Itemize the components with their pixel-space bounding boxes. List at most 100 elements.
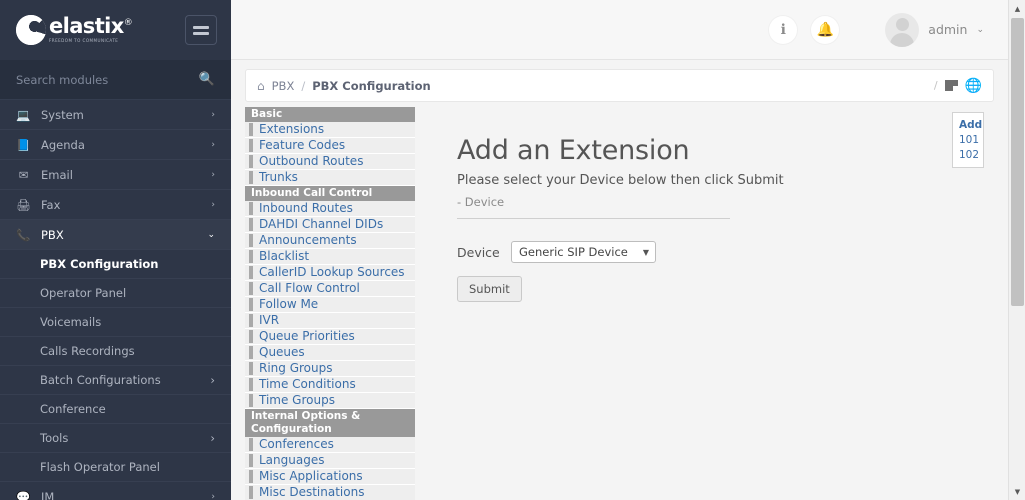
extension-item-102[interactable]: 102 <box>953 147 983 162</box>
user-menu[interactable]: admin ⌄ <box>885 12 984 47</box>
sidebar-subitem-label: Operator Panel <box>40 286 127 300</box>
extension-list-panel: Add 101 102 <box>952 112 984 168</box>
chevron-right-icon: › <box>211 491 215 500</box>
sidebar-item-label: Agenda <box>41 137 85 152</box>
menu-link-outbound-routes[interactable]: Outbound Routes <box>245 154 415 170</box>
chevron-down-icon: ⌄ <box>207 229 215 240</box>
menu-link-inbound-routes[interactable]: Inbound Routes <box>245 201 415 217</box>
menu-link-misc-destinations[interactable]: Misc Destinations <box>245 485 415 500</box>
sidebar-item-agenda[interactable]: 📘 Agenda › <box>0 130 231 160</box>
search-module-row[interactable]: 🔍 <box>0 60 231 100</box>
burger-bar <box>193 31 209 35</box>
page-title: Add an Extension <box>457 135 690 166</box>
chat-icon: 💬 <box>16 489 31 500</box>
sidebar-item-pbx[interactable]: 📞 PBX ⌄ <box>0 220 231 250</box>
menu-link-blacklist[interactable]: Blacklist <box>245 249 415 265</box>
sidebar-item-label: IM <box>41 489 55 500</box>
menu-link-announcements[interactable]: Announcements <box>245 233 415 249</box>
sidebar-item-operator-panel[interactable]: Operator Panel <box>0 279 231 308</box>
extension-item-101[interactable]: 101 <box>953 132 983 147</box>
sidebar-item-label: System <box>41 107 84 122</box>
scroll-up-arrow-icon[interactable]: ▲ <box>1009 0 1025 17</box>
menu-link-conferences[interactable]: Conferences <box>245 437 415 453</box>
breadcrumb: ⌂ PBX / PBX Configuration / 🌐 <box>245 69 994 102</box>
pbx-configuration-menu: Basic Extensions Feature Codes Outbound … <box>245 107 415 500</box>
menu-link-ivr[interactable]: IVR <box>245 313 415 329</box>
device-select[interactable]: Generic SIP Device ▼ <box>511 241 656 263</box>
add-extension-page: Add an Extension Please select your Devi… <box>415 107 994 500</box>
extension-add-link[interactable]: Add <box>953 117 983 132</box>
sidebar-item-voicemails[interactable]: Voicemails <box>0 308 231 337</box>
bell-icon[interactable]: 🔔 <box>811 15 840 44</box>
page-scrollbar[interactable]: ▲ ▼ <box>1008 0 1025 500</box>
sidebar-item-calls-recordings[interactable]: Calls Recordings <box>0 337 231 366</box>
chevron-down-icon: ▼ <box>642 247 649 257</box>
breadcrumb-trail: ⌂ PBX / PBX Configuration <box>257 79 431 93</box>
menu-link-queues[interactable]: Queues <box>245 345 415 361</box>
home-icon[interactable]: ⌂ <box>257 79 265 93</box>
menu-link-time-conditions[interactable]: Time Conditions <box>245 377 415 393</box>
burger-bar <box>193 25 209 29</box>
printer-icon: 🖨 <box>16 197 31 212</box>
sidebar-subitem-label: Flash Operator Panel <box>40 460 160 474</box>
chevron-right-icon: › <box>210 431 215 445</box>
menu-link-dahdi-channel-dids[interactable]: DAHDI Channel DIDs <box>245 217 415 233</box>
breadcrumb-right-separator: / <box>933 79 938 92</box>
chevron-right-icon: › <box>210 373 215 387</box>
menu-link-queue-priorities[interactable]: Queue Priorities <box>245 329 415 345</box>
breadcrumb-parent[interactable]: PBX <box>272 79 295 93</box>
page-description: Please select your Device below then cli… <box>457 173 784 188</box>
menu-toggle-button[interactable] <box>185 15 217 45</box>
main-area: ℹ 🔔 admin ⌄ ⌂ PBX / PBX Configuration / … <box>231 0 1008 500</box>
elastix-logo[interactable]: elastix® FREEDOM TO COMMUNICATE <box>16 14 133 45</box>
menu-link-trunks[interactable]: Trunks <box>245 170 415 186</box>
sidebar-subitem-label: Batch Configurations <box>40 373 161 387</box>
username-label: admin <box>928 22 968 37</box>
sidebar-item-pbx-configuration[interactable]: PBX Configuration <box>0 250 231 279</box>
app-root: elastix® FREEDOM TO COMMUNICATE 🔍 💻 Syste… <box>0 0 1008 500</box>
breadcrumb-current: PBX Configuration <box>312 78 431 93</box>
sidebar-item-conference[interactable]: Conference <box>0 395 231 424</box>
menu-link-follow-me[interactable]: Follow Me <box>245 297 415 313</box>
sidebar-nav: 💻 System › 📘 Agenda › ✉ Email › 🖨 Fax › 📞 PBX… <box>0 100 231 500</box>
submit-button[interactable]: Submit <box>457 276 522 302</box>
menu-link-call-flow-control[interactable]: Call Flow Control <box>245 281 415 297</box>
menu-link-ring-groups[interactable]: Ring Groups <box>245 361 415 377</box>
menu-link-time-groups[interactable]: Time Groups <box>245 393 415 409</box>
device-select-value: Generic SIP Device <box>519 245 628 259</box>
scroll-down-arrow-icon[interactable]: ▼ <box>1009 483 1025 500</box>
menu-link-extensions[interactable]: Extensions <box>245 122 415 138</box>
sidebar-item-batch-configurations[interactable]: Batch Configurations › <box>0 366 231 395</box>
menu-link-feature-codes[interactable]: Feature Codes <box>245 138 415 154</box>
chevron-right-icon: › <box>211 169 215 180</box>
sidebar-item-tools[interactable]: Tools › <box>0 424 231 453</box>
sidebar-item-label: PBX <box>41 227 64 242</box>
sidebar-item-system[interactable]: 💻 System › <box>0 100 231 130</box>
logo-name: elastix® <box>49 14 133 39</box>
sidebar-subitem-label: Conference <box>40 402 106 416</box>
menu-link-callerid-lookup-sources[interactable]: CallerID Lookup Sources <box>245 265 415 281</box>
sidebar-item-fax[interactable]: 🖨 Fax › <box>0 190 231 220</box>
top-bar: ℹ 🔔 admin ⌄ <box>231 0 1008 60</box>
envelope-icon: ✉ <box>18 167 29 182</box>
section-label-device: - Device <box>457 195 505 209</box>
menu-link-misc-applications[interactable]: Misc Applications <box>245 469 415 485</box>
sidebar-item-flash-operator-panel[interactable]: Flash Operator Panel <box>0 453 231 482</box>
info-icon[interactable]: ℹ <box>769 15 798 44</box>
sidebar-item-email[interactable]: ✉ Email › <box>0 160 231 190</box>
brand-header: elastix® FREEDOM TO COMMUNICATE <box>0 0 231 60</box>
sidebar-item-im[interactable]: 💬 IM › <box>0 482 231 500</box>
menu-link-languages[interactable]: Languages <box>245 453 415 469</box>
chevron-right-icon: › <box>211 109 215 120</box>
sidebar-subitem-label: PBX Configuration <box>40 257 159 271</box>
sidebar-subitem-label: Tools <box>40 431 69 445</box>
globe-icon[interactable]: 🌐 <box>965 79 982 93</box>
elastix-logo-icon <box>16 15 46 45</box>
scrollbar-thumb[interactable] <box>1011 18 1024 306</box>
logo-text-block: elastix® FREEDOM TO COMMUNICATE <box>49 14 133 44</box>
search-input[interactable] <box>16 72 186 87</box>
window-icon[interactable] <box>944 80 958 91</box>
search-icon[interactable]: 🔍 <box>199 72 215 87</box>
sidebar-item-label: Fax <box>41 197 61 212</box>
logo-tagline: FREEDOM TO COMMUNICATE <box>49 38 119 44</box>
